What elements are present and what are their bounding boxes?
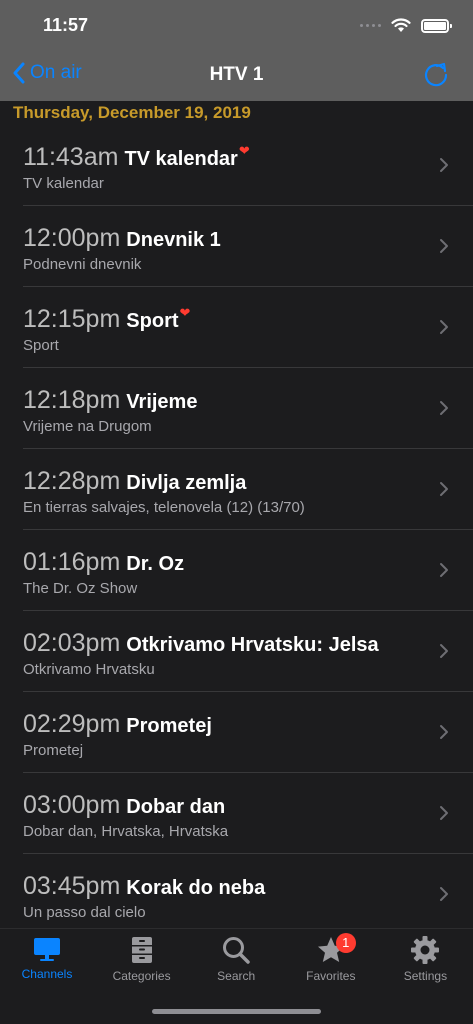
header: 11:57 On air HTV 1: [0, 0, 473, 101]
program-line: 12:15pm Sport ❤: [23, 305, 190, 334]
program-line: 03:00pm Dobar dan: [23, 791, 225, 820]
page-title: HTV 1: [209, 64, 264, 85]
heart-icon: ❤: [179, 305, 191, 320]
refresh-icon[interactable]: [421, 60, 451, 90]
program-row[interactable]: 11:43am TV kalendar ❤ TV kalendar: [0, 125, 473, 206]
program-title: Otkrivamo Hrvatsku: Jelsa: [126, 634, 379, 656]
program-row[interactable]: 12:00pm Dnevnik 1 Podnevni dnevnik: [0, 206, 473, 287]
chevron-right-icon: [440, 644, 448, 658]
program-list: 11:43am TV kalendar ❤ TV kalendar 12:00pm Dne…: [0, 125, 473, 935]
program-title: Sport: [126, 310, 179, 332]
program-title: Dnevnik 1: [126, 229, 221, 251]
program-line: 02:03pm Otkrivamo Hrvatsku: Jelsa: [23, 629, 379, 658]
signal-icon: [360, 24, 381, 27]
program-row[interactable]: 03:45pm Korak do neba Un passo dal cielo: [0, 854, 473, 935]
chevron-right-icon: [440, 806, 448, 820]
program-time: 12:00pm: [23, 224, 121, 252]
program-line: 01:16pm Dr. Oz: [23, 548, 184, 577]
program-line: 03:45pm Korak do neba: [23, 872, 265, 901]
program-row[interactable]: 12:28pm Divlja zemlja En tierras salvajes,…: [0, 449, 473, 530]
chevron-right-icon: [440, 563, 448, 577]
program-time: 12:18pm: [23, 386, 121, 414]
status-indicators: [360, 18, 452, 33]
tab-search[interactable]: Search: [189, 935, 283, 983]
program-row[interactable]: 01:16pm Dr. Oz The Dr. Oz Show: [0, 530, 473, 611]
chevron-right-icon: [440, 482, 448, 496]
program-time: 02:29pm: [23, 710, 121, 738]
program-subtitle: Otkrivamo Hrvatsku: [23, 661, 155, 678]
program-line: 11:43am TV kalendar ❤: [23, 143, 250, 172]
program-title: Korak do neba: [126, 877, 266, 899]
chevron-right-icon: [440, 401, 448, 415]
chevron-right-icon: [440, 887, 448, 901]
status-time: 11:57: [43, 15, 89, 35]
tab-channels[interactable]: Channels: [0, 935, 94, 981]
program-row[interactable]: 02:29pm Prometej Prometej: [0, 692, 473, 773]
program-subtitle: En tierras salvajes, telenovela (12) (13…: [23, 499, 305, 516]
tab-label: Channels: [21, 967, 73, 981]
tab-categories[interactable]: Categories: [95, 935, 189, 983]
program-line: 12:28pm Divlja zemlja: [23, 467, 246, 496]
program-title: Prometej: [126, 715, 212, 737]
program-row[interactable]: 03:00pm Dobar dan Dobar dan, Hrvatska, Hrv…: [0, 773, 473, 854]
chevron-right-icon: [440, 320, 448, 334]
program-subtitle: Prometej: [23, 742, 84, 759]
program-subtitle: TV kalendar: [23, 175, 104, 192]
program-time: 12:28pm: [23, 467, 121, 495]
program-subtitle: The Dr. Oz Show: [23, 580, 138, 597]
program-title: Dr. Oz: [126, 553, 185, 575]
tv-icon: [0, 935, 94, 963]
program-subtitle: Sport: [23, 337, 59, 354]
program-line: 12:18pm Vrijeme: [23, 386, 197, 415]
tab-label: Search: [217, 969, 256, 983]
program-time: 12:15pm: [23, 305, 121, 333]
program-line: 12:00pm Dnevnik 1: [23, 224, 221, 253]
program-subtitle: Dobar dan, Hrvatska, Hrvatska: [23, 823, 229, 840]
tab-label: Settings: [403, 969, 448, 983]
program-title: Divlja zemlja: [126, 472, 247, 494]
program-row[interactable]: 12:15pm Sport ❤ Sport: [0, 287, 473, 368]
program-title: Dobar dan: [126, 796, 226, 818]
program-time: 03:00pm: [23, 791, 121, 819]
favorites-badge: 1: [335, 933, 356, 953]
wifi-icon: [391, 18, 411, 32]
program-row[interactable]: 02:03pm Otkrivamo Hrvatsku: Jelsa Otkrivam…: [0, 611, 473, 692]
program-title: Vrijeme: [126, 391, 198, 413]
tab-label: Categories: [112, 969, 171, 983]
chevron-right-icon: [440, 725, 448, 739]
battery-icon: [421, 18, 452, 33]
chevron-right-icon: [440, 239, 448, 253]
tab-settings[interactable]: Settings: [378, 935, 472, 983]
cabinet-icon: [95, 935, 189, 965]
search-icon: [189, 935, 283, 965]
home-indicator: [152, 1009, 321, 1014]
gear-icon: [378, 935, 472, 965]
tab-favorites[interactable]: 1 Favorites: [284, 933, 378, 983]
tab-label: Favorites: [306, 969, 356, 983]
chevron-right-icon: [440, 158, 448, 172]
program-subtitle: Un passo dal cielo: [23, 904, 146, 921]
program-row[interactable]: 12:18pm Vrijeme Vrijeme na Drugom: [0, 368, 473, 449]
star-icon: [284, 935, 378, 965]
heart-icon: ❤: [238, 143, 250, 158]
program-time: 01:16pm: [23, 548, 121, 576]
program-line: 02:29pm Prometej: [23, 710, 212, 739]
program-subtitle: Vrijeme na Drugom: [23, 418, 152, 435]
program-subtitle: Podnevni dnevnik: [23, 256, 142, 273]
program-time: 11:43am: [23, 143, 119, 171]
program-time: 03:45pm: [23, 872, 121, 900]
section-date-header: Thursday, December 19, 2019: [13, 103, 251, 122]
program-time: 02:03pm: [23, 629, 121, 657]
program-title: TV kalendar: [124, 148, 238, 170]
